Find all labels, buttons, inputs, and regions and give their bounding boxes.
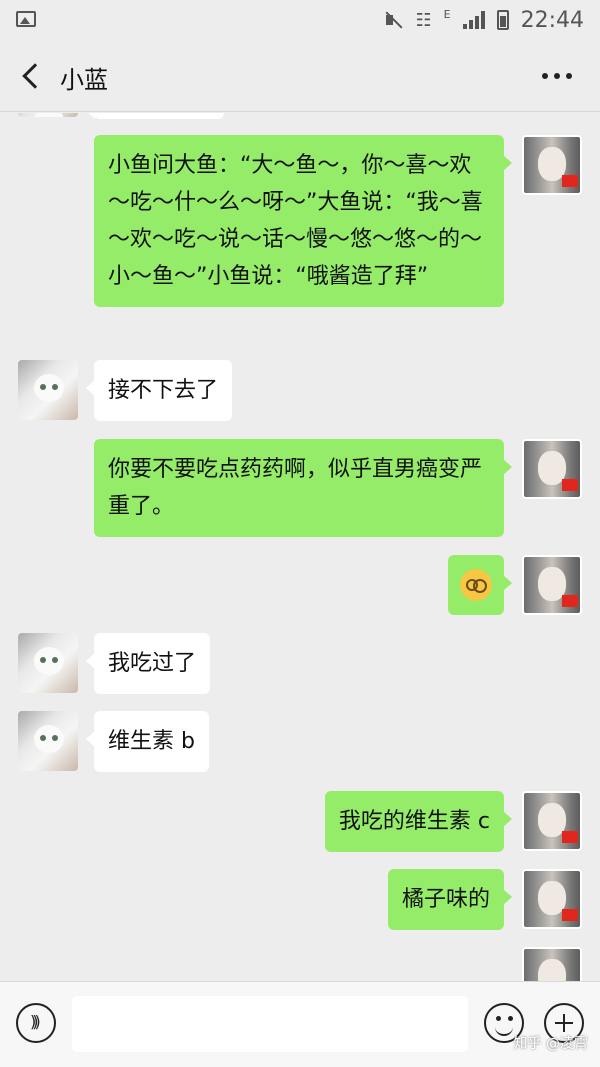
chevron-left-icon[interactable]	[20, 62, 40, 90]
status-icons: ☷ E 22:44	[384, 6, 584, 34]
avatar[interactable]	[522, 555, 582, 615]
status-time: 22:44	[520, 7, 584, 33]
message-bubble-self[interactable]: 橘子味的	[387, 869, 513, 930]
avatar[interactable]	[522, 135, 582, 195]
avatar[interactable]	[522, 439, 582, 499]
message-bubble-self[interactable]	[448, 555, 512, 615]
battery-icon	[496, 10, 509, 30]
avatar[interactable]	[18, 633, 78, 693]
chat-area[interactable]: 小鱼问大鱼：“大～鱼～，你～喜～欢～吃～什～么～呀～”大鱼说：“我～喜～欢～吃～…	[0, 113, 600, 981]
watermark: 知乎 @凌霄	[513, 1036, 588, 1052]
message-bubble-self[interactable]: 你要不要吃点药药啊，似乎直男癌变严重了。	[94, 439, 512, 537]
list-item[interactable]	[86, 113, 224, 119]
network-type: E	[443, 7, 451, 21]
avatar[interactable]	[522, 947, 582, 981]
avatar[interactable]	[18, 711, 78, 771]
avatar[interactable]	[522, 791, 582, 851]
message-bubble-self[interactable]: 我吃的维生素 c	[324, 791, 513, 852]
message-bubble-other[interactable]: 维生素 b	[86, 711, 209, 772]
voice-icon[interactable]	[16, 1003, 56, 1043]
image-icon	[16, 11, 36, 27]
avatar[interactable]	[522, 869, 582, 929]
message-bubble-self[interactable]: 小鱼问大鱼：“大～鱼～，你～喜～欢～吃～什～么～呀～”大鱼说：“我～喜～欢～吃～…	[94, 135, 512, 307]
input-bar: 知乎 @凌霄	[0, 981, 600, 1067]
signal-icon	[462, 11, 485, 29]
avatar[interactable]	[18, 113, 78, 117]
mute-icon	[384, 10, 404, 30]
more-dots-icon[interactable]	[542, 66, 572, 86]
page-title: 小蓝	[60, 66, 108, 94]
avatar[interactable]	[18, 360, 78, 420]
dizzy-face-emoji-icon	[460, 569, 492, 601]
message-input[interactable]	[72, 996, 468, 1052]
status-bar: ☷ E 22:44	[0, 0, 600, 40]
wifi-icon: ☷	[415, 9, 432, 31]
message-bubble-other[interactable]: 接不下去了	[85, 360, 233, 421]
message-bubble-other[interactable]: 我吃过了	[85, 633, 211, 694]
chat-header: 小蓝	[0, 40, 600, 112]
